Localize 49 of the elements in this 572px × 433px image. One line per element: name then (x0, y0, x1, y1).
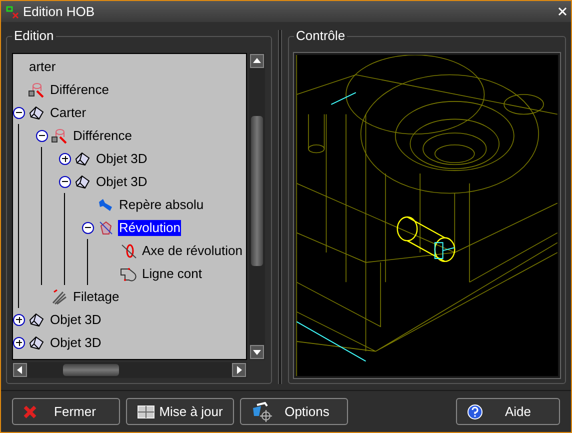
tree-item[interactable]: Objet 3D (95, 150, 148, 166)
expand-toggle[interactable] (13, 314, 25, 326)
solid-block-icon (74, 174, 92, 190)
window-title: Edition HOB (23, 2, 95, 21)
close-icon[interactable] (558, 7, 567, 16)
scroll-down-button[interactable] (250, 345, 264, 359)
scroll-thumb[interactable] (63, 364, 119, 376)
scroll-right-button[interactable] (232, 363, 246, 377)
dialog-button[interactable]: Options (240, 398, 348, 425)
tree-item[interactable]: Objet 3D (49, 334, 102, 350)
solid-block-icon (28, 104, 46, 120)
collapse-toggle[interactable] (59, 176, 71, 188)
wrench-icon (97, 196, 115, 212)
tree-item[interactable]: Objet 3D (49, 312, 102, 328)
expand-toggle[interactable] (59, 152, 71, 164)
tools-icon (251, 402, 273, 422)
tree-item[interactable]: Axe de révolution (141, 242, 244, 258)
tree-item[interactable]: arter (28, 58, 57, 74)
grid-window-icon (137, 404, 155, 418)
tree-item[interactable]: Repère absolu (118, 196, 205, 212)
dialog-button[interactable]: Fermer (12, 398, 120, 425)
tree-item[interactable]: Révolution (118, 220, 182, 236)
solid-block-icon (28, 334, 46, 350)
axis-icon (120, 242, 138, 258)
contour-icon (120, 266, 138, 282)
solid-block-icon (28, 312, 46, 328)
thread-icon (51, 288, 69, 304)
help-icon (467, 404, 483, 420)
tree-item[interactable]: Objet 3D (95, 174, 148, 190)
tree-item[interactable]: Carter (49, 104, 88, 120)
collapse-toggle[interactable] (82, 222, 94, 234)
scroll-left-button[interactable] (13, 363, 27, 377)
tree-item[interactable]: Différence (72, 128, 134, 144)
difference-icon (51, 128, 69, 144)
tree-item[interactable]: Ligne cont (141, 266, 203, 282)
dialog-button[interactable]: Mise à jour (126, 398, 234, 425)
difference-icon (28, 82, 46, 98)
tree-item[interactable]: Différence (49, 82, 110, 98)
tree-item[interactable]: Filetage (72, 288, 120, 304)
expand-toggle[interactable] (13, 336, 25, 348)
revolution-icon (97, 220, 115, 236)
app-icon (5, 4, 19, 18)
scroll-up-button[interactable] (250, 54, 264, 68)
close-icon (23, 404, 37, 418)
collapse-toggle[interactable] (36, 130, 48, 142)
collapse-toggle[interactable] (13, 106, 25, 118)
scroll-thumb[interactable] (251, 116, 263, 266)
solid-block-icon (74, 150, 92, 166)
help-button[interactable]: Aide (456, 398, 560, 425)
